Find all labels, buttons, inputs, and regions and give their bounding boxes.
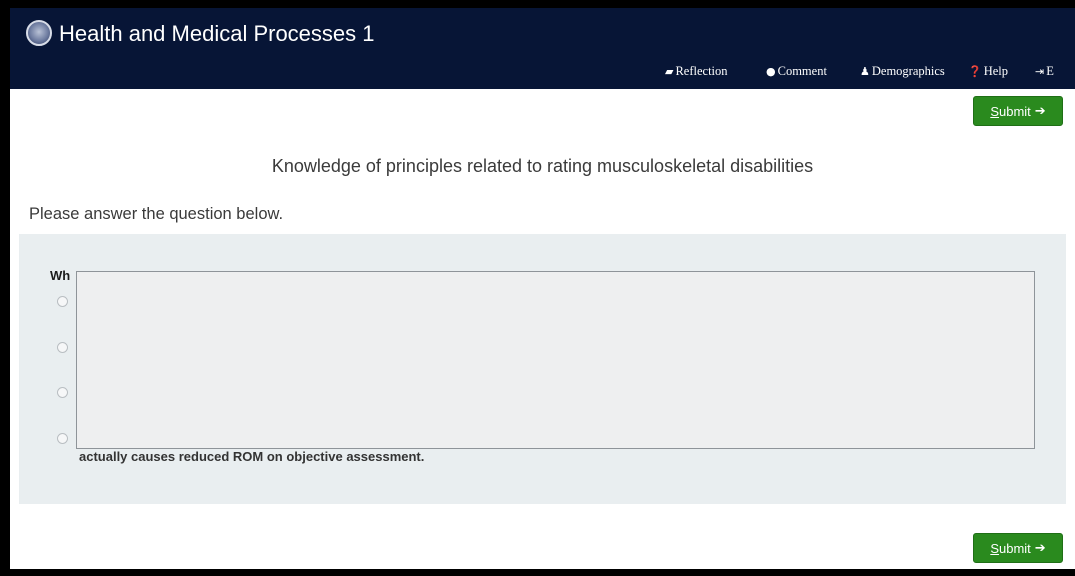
user-icon: ♟ [860, 65, 870, 78]
nav-demographics-label: Demographics [871, 64, 945, 78]
app-window: Health and Medical Processes 1 ▰ Reflect… [10, 8, 1075, 569]
nav-exit-label: E [1046, 64, 1054, 78]
option-1-radio[interactable] [57, 296, 68, 307]
nav-reflection-label: Reflection [675, 64, 728, 78]
submit-label: Submit [990, 103, 1031, 119]
nav-comment-label: Comment [777, 64, 827, 78]
option-4-radio[interactable] [57, 433, 68, 444]
option-2-radio[interactable] [57, 342, 68, 353]
top-nav: ▰ Reflection ● Comment ♟ Demographics ❓ … [10, 64, 1075, 84]
question-text: Wh [50, 268, 71, 283]
submit-label: Submit [990, 540, 1031, 556]
option-4-text: actually causes reduced ROM on objective… [79, 449, 425, 464]
folder-open-icon: ▰ [665, 65, 674, 78]
nav-help[interactable]: ❓ Help [968, 64, 1008, 79]
comment-icon: ● [766, 65, 776, 78]
app-title: Health and Medical Processes 1 [59, 21, 375, 46]
nav-help-label: Help [983, 64, 1009, 78]
sign-out-icon: ⇥ [1035, 65, 1045, 78]
topic-heading: Knowledge of principles related to ratin… [271, 156, 814, 176]
app-header: Health and Medical Processes 1 ▰ Reflect… [10, 8, 1075, 89]
nav-reflection[interactable]: ▰ Reflection [665, 64, 728, 79]
seal-logo-icon [26, 20, 52, 46]
submit-button-top[interactable]: Submit ➔ [973, 96, 1063, 126]
nav-exit[interactable]: ⇥ E [1035, 64, 1054, 79]
option-3-radio[interactable] [57, 387, 68, 398]
arrow-right-icon: ➔ [1034, 103, 1046, 119]
blank-overlay-panel [76, 271, 1035, 449]
nav-comment[interactable]: ● Comment [766, 64, 827, 79]
nav-demographics[interactable]: ♟ Demographics [860, 64, 945, 79]
submit-button-bottom[interactable]: Submit ➔ [973, 533, 1063, 563]
arrow-right-icon: ➔ [1034, 540, 1046, 556]
question-circle-icon: ❓ [968, 65, 982, 78]
prompt-text: Please answer the question below. [29, 205, 284, 223]
